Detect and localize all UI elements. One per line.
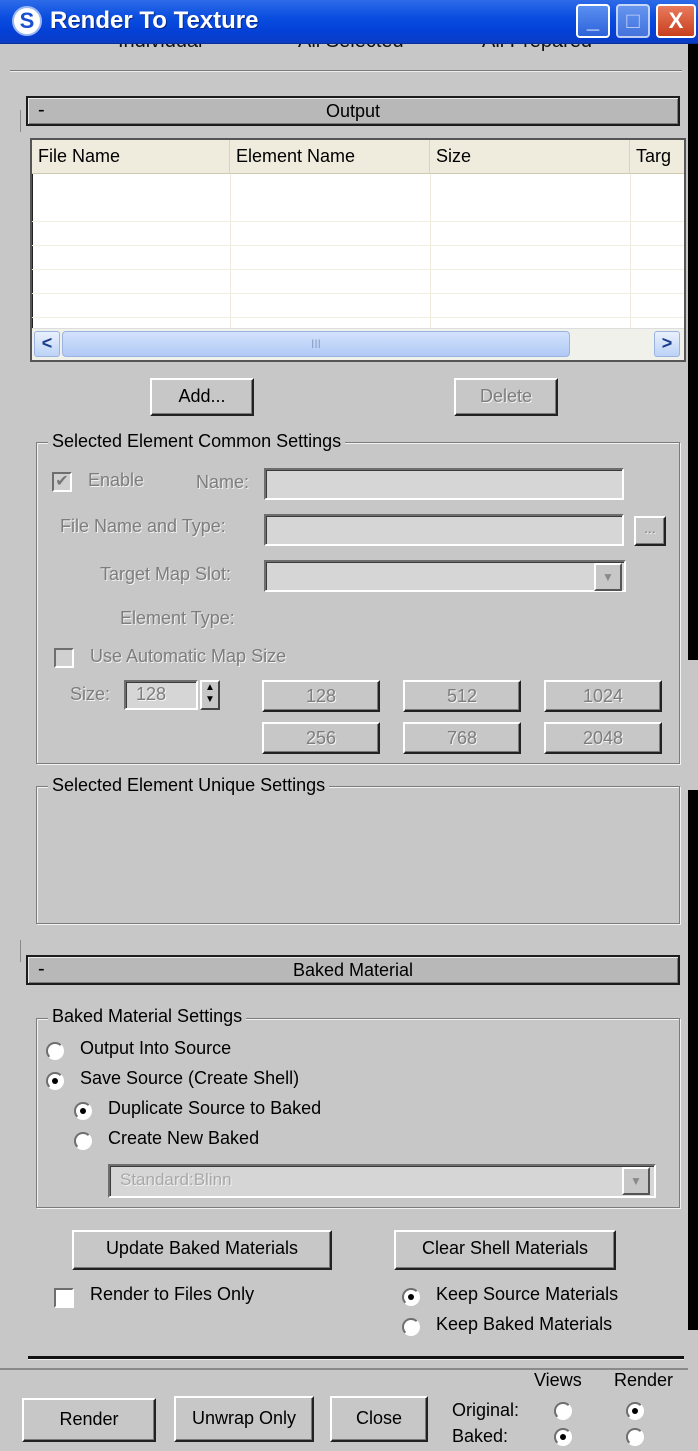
add-button[interactable]: Add... — [150, 378, 254, 416]
keep-source-materials-radio[interactable] — [402, 1288, 420, 1306]
column-header-target[interactable]: Targ — [630, 140, 684, 174]
save-source-label: Save Source (Create Shell) — [80, 1068, 300, 1088]
list-row[interactable] — [32, 246, 684, 270]
list-row[interactable] — [32, 198, 684, 222]
render-to-files-only-checkbox[interactable] — [54, 1288, 74, 1308]
scroll-left-icon[interactable]: < — [34, 331, 60, 357]
original-label: Original: — [452, 1400, 520, 1420]
output-rollout-header[interactable]: - Output — [26, 96, 680, 126]
column-header-size[interactable]: Size — [430, 140, 630, 174]
size-preset-1024[interactable]: 1024 — [544, 680, 662, 712]
window-right-border-gap — [688, 1330, 698, 1451]
object-selection-radio-row: Individual All Selected All Prepared — [0, 44, 688, 70]
target-map-slot-dropdown[interactable] — [264, 560, 626, 592]
window-right-border-gap — [688, 660, 698, 790]
column-divider — [630, 174, 631, 330]
radio-all-prepared-label[interactable]: All Prepared — [482, 44, 592, 53]
output-element-list[interactable]: File Name Element Name Size Targ < III > — [30, 138, 686, 362]
horizontal-scrollbar[interactable]: < III > — [32, 328, 684, 360]
unique-settings-group — [36, 786, 680, 924]
list-row[interactable] — [32, 222, 684, 246]
divider — [28, 1356, 684, 1360]
create-new-baked-label: Create New Baked — [108, 1128, 260, 1148]
enable-label: Enable — [88, 470, 145, 490]
baked-label: Baked: — [452, 1426, 509, 1446]
scrollbar-thumb[interactable]: III — [62, 331, 570, 357]
chevron-down-icon[interactable]: ▼ — [594, 563, 622, 591]
update-baked-materials-button[interactable]: Update Baked Materials — [72, 1230, 332, 1270]
unwrap-only-button[interactable]: Unwrap Only — [174, 1396, 314, 1442]
render-button[interactable]: Render — [22, 1398, 156, 1442]
name-field[interactable] — [264, 468, 624, 500]
render-column-header: Render — [614, 1370, 674, 1390]
list-row[interactable] — [32, 294, 684, 318]
file-name-type-field[interactable] — [264, 514, 624, 546]
size-label: Size: — [70, 684, 111, 704]
output-into-source-label: Output Into Source — [80, 1038, 232, 1058]
chevron-down-icon[interactable]: ▼ — [622, 1167, 650, 1195]
close-window-button[interactable]: X — [656, 4, 696, 38]
size-preset-128[interactable]: 128 — [262, 680, 380, 712]
list-row[interactable] — [32, 270, 684, 294]
size-preset-256[interactable]: 256 — [262, 722, 380, 754]
baked-render-radio[interactable] — [626, 1428, 644, 1446]
enable-checkbox[interactable]: ✔ — [52, 472, 72, 492]
output-into-source-radio[interactable] — [46, 1042, 64, 1060]
radio-all-selected-label[interactable]: All Selected — [298, 44, 404, 53]
duplicate-source-radio[interactable] — [74, 1102, 92, 1120]
maximize-button[interactable]: □ — [616, 4, 650, 38]
baked-views-radio[interactable] — [554, 1428, 572, 1446]
app-logo-icon[interactable]: S — [12, 6, 42, 36]
element-type-label: Element Type: — [120, 608, 235, 628]
delete-button[interactable]: Delete — [454, 378, 558, 416]
window-title: Render To Texture — [50, 7, 259, 34]
scroll-right-icon[interactable]: > — [654, 331, 680, 357]
name-label: Name: — [196, 472, 250, 492]
original-render-radio[interactable] — [626, 1402, 644, 1420]
clear-shell-materials-button[interactable]: Clear Shell Materials — [394, 1230, 616, 1270]
file-name-type-label: File Name and Type: — [60, 516, 226, 536]
material-type-dropdown[interactable]: Standard:Blinn — [108, 1164, 656, 1198]
size-spinner-icon[interactable]: ▲ ▼ — [200, 680, 220, 710]
title-bar[interactable]: S Render To Texture _ □ X — [0, 0, 698, 44]
keep-baked-materials-radio[interactable] — [402, 1318, 420, 1336]
save-source-radio[interactable] — [46, 1072, 64, 1090]
minimize-button[interactable]: _ — [576, 4, 610, 38]
keep-baked-materials-label: Keep Baked Materials — [436, 1314, 613, 1334]
size-preset-2048[interactable]: 2048 — [544, 722, 662, 754]
views-column-header: Views — [534, 1370, 582, 1390]
size-field[interactable]: 128 — [124, 680, 198, 710]
target-map-slot-label: Target Map Slot: — [100, 564, 232, 584]
column-header-element-name[interactable]: Element Name — [230, 140, 430, 174]
radio-individual-label[interactable]: Individual — [118, 44, 203, 53]
output-rollout-title: Output — [325, 101, 381, 121]
baked-material-rollout-title: Baked Material — [292, 960, 414, 980]
keep-source-materials-label: Keep Source Materials — [436, 1284, 619, 1304]
original-views-radio[interactable] — [554, 1402, 572, 1420]
common-settings-title: Selected Element Common Settings — [48, 431, 346, 452]
column-divider — [430, 174, 431, 330]
baked-material-rollout-header[interactable]: - Baked Material — [26, 955, 680, 985]
browse-button[interactable]: ... — [634, 516, 666, 546]
column-divider — [230, 174, 231, 330]
baked-material-settings-title: Baked Material Settings — [48, 1006, 247, 1027]
unique-settings-title: Selected Element Unique Settings — [48, 775, 330, 796]
column-header-file-name[interactable]: File Name — [32, 140, 230, 174]
close-button[interactable]: Close — [330, 1396, 428, 1442]
divider — [10, 70, 682, 72]
list-header: File Name Element Name Size Targ — [32, 140, 684, 174]
divider — [0, 1368, 688, 1370]
create-new-baked-radio[interactable] — [74, 1132, 92, 1150]
auto-map-size-checkbox[interactable] — [54, 648, 74, 668]
auto-map-size-label: Use Automatic Map Size — [90, 646, 287, 666]
size-preset-768[interactable]: 768 — [403, 722, 521, 754]
render-to-files-only-label: Render to Files Only — [90, 1284, 255, 1304]
duplicate-source-label: Duplicate Source to Baked — [108, 1098, 322, 1118]
size-preset-512[interactable]: 512 — [403, 680, 521, 712]
